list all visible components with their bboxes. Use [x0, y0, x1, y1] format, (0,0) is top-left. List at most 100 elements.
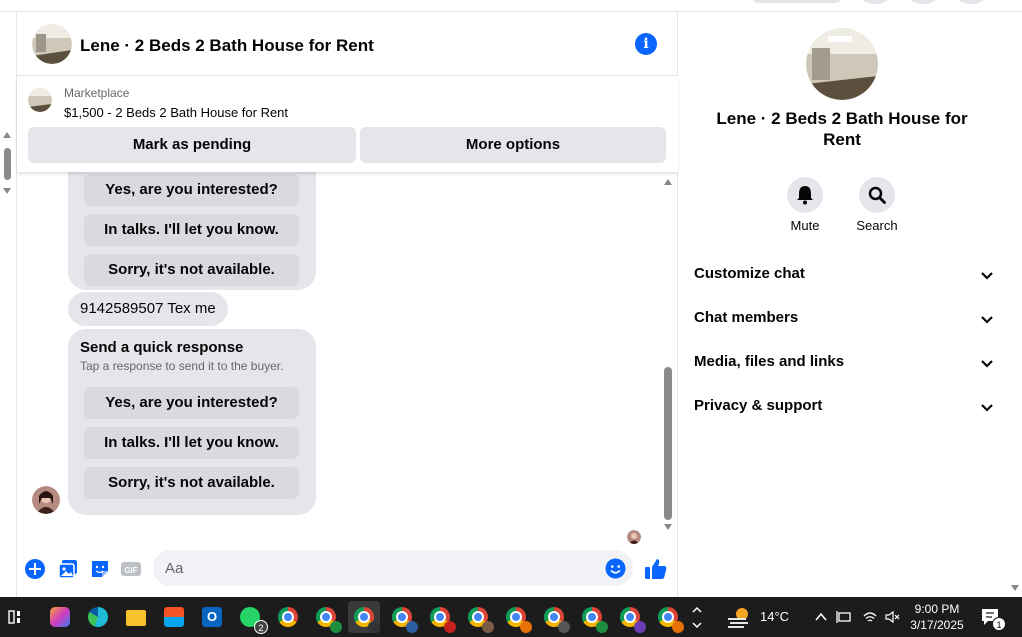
network-device-icon[interactable] — [836, 610, 852, 624]
profile-badge — [406, 621, 418, 633]
chat-avatar[interactable] — [32, 24, 72, 64]
quick-response-title: Send a quick response — [80, 339, 244, 356]
quick-reply-button[interactable]: Yes, are you interested? — [84, 387, 299, 419]
gif-icon[interactable]: GIF — [120, 558, 142, 580]
thumbs-up-icon[interactable] — [643, 556, 669, 582]
sender-avatar[interactable] — [32, 486, 60, 514]
top-pill[interactable] — [752, 0, 842, 3]
profile-avatar[interactable] — [956, 0, 986, 4]
scrollbar-thumb[interactable] — [4, 148, 11, 180]
chat-panel: Lene · 2 Beds 2 Bath House for Rent i Ma… — [16, 12, 678, 597]
whatsapp-app[interactable]: 2 — [234, 601, 268, 634]
scroll-up-arrow[interactable] — [664, 179, 672, 185]
chrome-profile-app[interactable] — [652, 601, 684, 633]
chevron-down-icon — [981, 360, 993, 368]
buyer-message-bubble: 9142589507 Tex me — [68, 292, 228, 326]
conversation-name: Lene · 2 Beds 2 Bath House for Rent — [716, 109, 968, 149]
info-icon[interactable]: i — [635, 33, 657, 55]
section-label: Chat members — [694, 309, 799, 326]
chrome-icon — [278, 607, 298, 627]
outer-scrollbar[interactable] — [0, 130, 16, 200]
listing-thumbnail[interactable] — [28, 88, 52, 112]
profile-badge — [482, 621, 494, 633]
clock-date: 3/17/2025 — [910, 618, 964, 632]
chrome-profile-app[interactable] — [614, 601, 646, 633]
scroll-up-arrow[interactable] — [3, 132, 11, 138]
search-icon — [868, 186, 886, 204]
svg-text:GIF: GIF — [124, 566, 137, 575]
edge-icon — [88, 607, 108, 627]
outlook-app[interactable]: O — [196, 601, 228, 633]
task-view-icon[interactable] — [8, 609, 24, 625]
media-files-links-section[interactable]: Media, files and links — [694, 353, 994, 377]
mute-button[interactable]: Mute — [775, 177, 835, 233]
clock-time: 9:00 PM — [914, 602, 960, 616]
chrome-profile-app[interactable] — [272, 601, 304, 633]
copilot-app[interactable] — [44, 601, 76, 633]
message-list: Yes, are you interested? In talks. I'll … — [17, 172, 678, 547]
temperature[interactable]: 14°C — [760, 609, 789, 624]
profile-badge — [672, 621, 684, 633]
scroll-down-arrow[interactable] — [3, 188, 11, 194]
quick-reply-button[interactable]: In talks. I'll let you know. — [84, 427, 299, 459]
system-clock[interactable]: 9:00 PM 3/17/2025 — [905, 601, 969, 633]
chat-scrollbar[interactable] — [661, 177, 675, 537]
chat-members-section[interactable]: Chat members — [694, 309, 994, 333]
chrome-profile-app[interactable] — [462, 601, 494, 633]
photo-icon[interactable] — [57, 558, 79, 580]
emoji-icon[interactable] — [605, 558, 626, 579]
chrome-profile-app[interactable] — [424, 601, 456, 633]
bell-icon — [797, 186, 813, 205]
marketplace-listing-card: Marketplace $1,500 - 2 Beds 2 Bath House… — [17, 77, 678, 172]
plus-icon[interactable] — [24, 558, 46, 580]
listing-kind: Marketplace — [64, 86, 130, 100]
message-input-placeholder: Aa — [165, 560, 184, 577]
profile-badge — [444, 621, 456, 633]
more-options-button[interactable]: More options — [360, 127, 666, 163]
search-button[interactable]: Search — [847, 177, 907, 233]
chrome-profile-app[interactable] — [500, 601, 532, 633]
listing-price-title[interactable]: $1,500 - 2 Beds 2 Bath House for Rent — [64, 105, 288, 120]
edge-app[interactable] — [82, 601, 114, 633]
wifi-icon[interactable] — [862, 610, 878, 624]
file-explorer-app[interactable] — [120, 601, 152, 633]
quick-reply-button[interactable]: Sorry, it's not available. — [84, 467, 299, 499]
message-input[interactable]: Aa — [153, 550, 633, 586]
sticker-icon[interactable] — [89, 558, 111, 580]
outlook-icon: O — [202, 607, 222, 627]
chrome-profile-app[interactable] — [310, 601, 342, 633]
customize-chat-section[interactable]: Customize chat — [694, 265, 994, 289]
chrome-profile-app-active[interactable] — [348, 601, 380, 633]
scroll-down-arrow[interactable] — [1011, 585, 1019, 591]
windows-taskbar: O 2 14°C 9:00 PM 3/17/2025 1 — [0, 597, 1022, 637]
quick-reply-button[interactable]: Yes, are you interested? — [84, 174, 299, 206]
speaker-muted-icon[interactable] — [884, 610, 900, 624]
quick-response-subtitle: Tap a response to send it to the buyer. — [80, 359, 284, 373]
quick-reply-button[interactable]: In talks. I'll let you know. — [84, 214, 299, 246]
conversation-avatar[interactable] — [806, 28, 878, 100]
chrome-profile-app[interactable] — [538, 601, 570, 633]
chevron-up-icon[interactable] — [814, 611, 828, 623]
quick-reply-button[interactable]: Sorry, it's not available. — [84, 254, 299, 286]
chrome-profile-app[interactable] — [576, 601, 608, 633]
top-circle-button[interactable] — [860, 0, 890, 4]
section-label: Privacy & support — [694, 397, 823, 414]
search-label: Search — [856, 218, 898, 233]
page-scrollbar[interactable] — [1008, 12, 1022, 597]
store-app[interactable] — [158, 601, 190, 633]
scroll-down-arrow[interactable] — [664, 524, 672, 530]
taskbar-overflow-arrows[interactable] — [690, 601, 704, 633]
top-circle-button[interactable] — [908, 0, 938, 4]
profile-badge — [634, 621, 646, 633]
quick-response-card: Send a quick response Tap a response to … — [68, 329, 316, 515]
privacy-support-section[interactable]: Privacy & support — [694, 397, 994, 421]
chrome-profile-app[interactable] — [386, 601, 418, 633]
notification-count-badge: 1 — [992, 617, 1006, 631]
browser-top-strip — [0, 0, 1022, 12]
weather-icon[interactable] — [726, 605, 752, 629]
chat-info-panel: Lene · 2 Beds 2 Bath House for Rent Mute… — [678, 12, 1008, 597]
mark-as-pending-button[interactable]: Mark as pending — [28, 127, 356, 163]
store-icon — [164, 607, 184, 627]
scrollbar-thumb[interactable] — [664, 367, 672, 520]
chat-title[interactable]: Lene · 2 Beds 2 Bath House for Rent — [80, 36, 374, 56]
